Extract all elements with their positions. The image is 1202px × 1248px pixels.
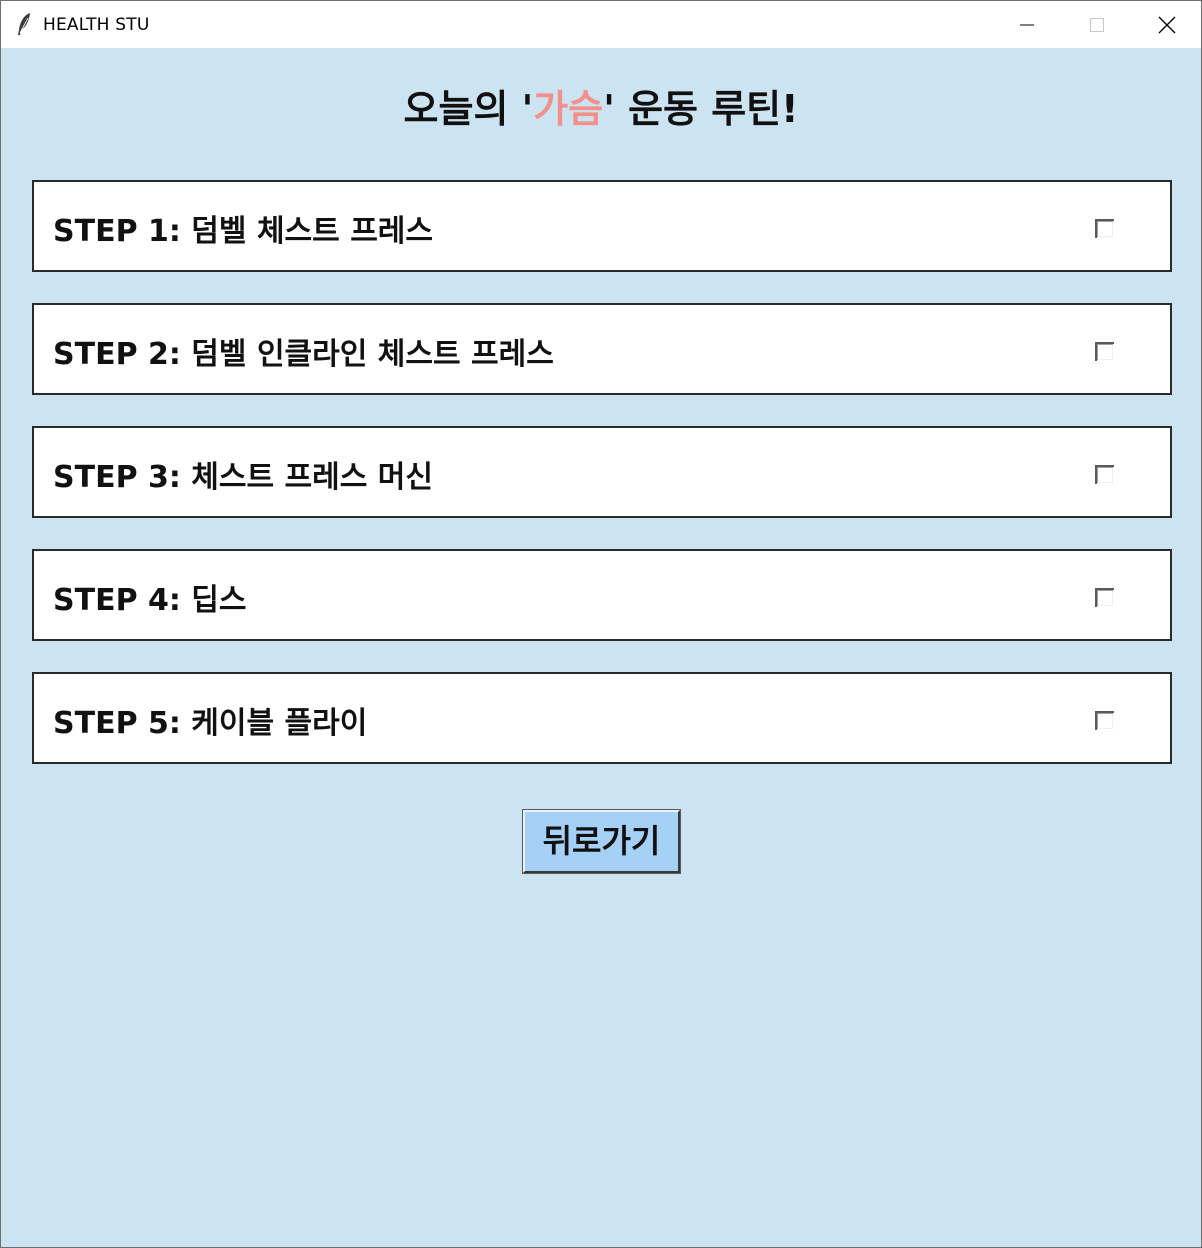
feather-app-icon <box>18 13 30 35</box>
close-button[interactable] <box>1133 1 1201 48</box>
title-bar[interactable]: HEALTH STU <box>1 1 1201 48</box>
step-checkbox[interactable] <box>1095 342 1114 361</box>
step-checkbox[interactable] <box>1095 465 1114 484</box>
step-row-1: STEP 1: 덤벨 체스트 프레스 <box>32 180 1172 272</box>
page-title: 오늘의 '가슴' 운동 루틴! <box>1 78 1201 131</box>
title-prefix: 오늘의 ' <box>403 87 534 131</box>
main-content: 오늘의 '가슴' 운동 루틴! STEP 1: 덤벨 체스트 프레스 STEP … <box>1 48 1201 1247</box>
step-checkbox[interactable] <box>1095 219 1114 238</box>
title-highlight: 가슴 <box>533 87 604 131</box>
window-title: HEALTH STU <box>43 15 150 35</box>
maximize-icon <box>1090 17 1104 32</box>
step-checkbox[interactable] <box>1095 711 1114 730</box>
maximize-button[interactable] <box>1063 1 1131 48</box>
step-checkbox[interactable] <box>1095 588 1114 607</box>
step-row-2: STEP 2: 덤벨 인클라인 체스트 프레스 <box>32 303 1172 395</box>
step-row-5: STEP 5: 케이블 플라이 <box>32 672 1172 764</box>
step-row-3: STEP 3: 체스트 프레스 머신 <box>32 426 1172 518</box>
step-label: STEP 1: 덤벨 체스트 프레스 <box>53 214 433 249</box>
step-label: STEP 2: 덤벨 인클라인 체스트 프레스 <box>53 337 554 372</box>
back-button[interactable]: 뒤로가기 <box>522 809 681 874</box>
step-label: STEP 3: 체스트 프레스 머신 <box>53 460 433 495</box>
title-suffix: ' 운동 루틴! <box>603 87 799 131</box>
step-row-4: STEP 4: 딥스 <box>32 549 1172 641</box>
minimize-icon <box>1020 24 1034 25</box>
close-icon <box>1158 16 1176 33</box>
step-label: STEP 4: 딥스 <box>53 583 247 618</box>
minimize-button[interactable] <box>993 1 1061 48</box>
step-label: STEP 5: 케이블 플라이 <box>53 706 368 741</box>
app-window: HEALTH STU 오늘의 '가슴' 운동 루틴! STEP 1: 덤벨 체스… <box>0 0 1202 1248</box>
